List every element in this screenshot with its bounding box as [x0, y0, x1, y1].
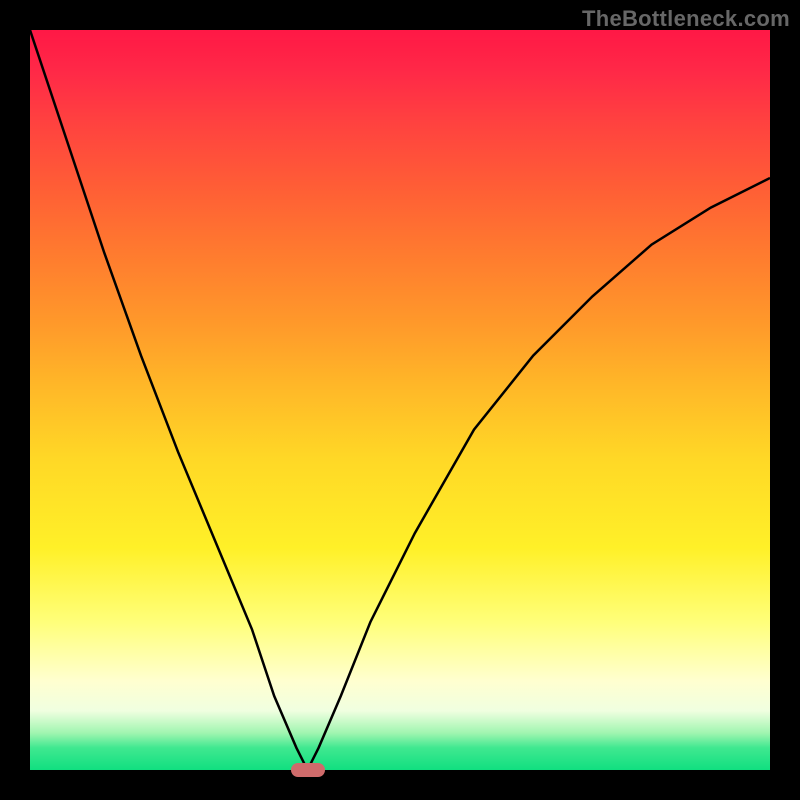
- curve-svg: [30, 30, 770, 770]
- plot-area: [30, 30, 770, 770]
- bottleneck-curve: [30, 30, 770, 770]
- watermark-text: TheBottleneck.com: [582, 6, 790, 32]
- chart-outer: TheBottleneck.com: [0, 0, 800, 800]
- bottleneck-marker: [291, 763, 325, 777]
